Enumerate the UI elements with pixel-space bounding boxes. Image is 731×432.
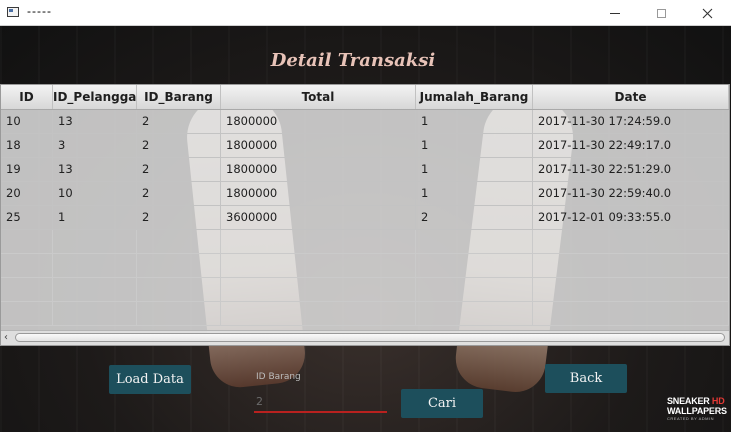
id-barang-underline xyxy=(254,411,387,413)
cell-date: 2017-12-01 09:33:55.0 xyxy=(533,206,729,230)
id-barang-label: ID Barang xyxy=(256,372,301,382)
close-icon xyxy=(702,8,712,18)
cell-id-barang: 2 xyxy=(137,182,221,206)
back-button[interactable]: Back xyxy=(545,364,627,393)
scrollbar-thumb[interactable] xyxy=(15,333,725,342)
column-header-jumalah-barang[interactable]: Jumalah_Barang xyxy=(416,85,533,109)
page-title: Detail Transaksi xyxy=(270,50,436,71)
cell-total: 1800000 xyxy=(221,182,416,206)
table-row[interactable]: 20 10 2 1800000 1 2017-11-30 22:59:40.0 xyxy=(1,182,729,206)
empty-table-row xyxy=(1,230,729,254)
cell-total: 1800000 xyxy=(221,158,416,182)
empty-table-row xyxy=(1,254,729,278)
maximize-icon xyxy=(656,8,666,18)
cell-jumalah-barang: 1 xyxy=(416,110,533,134)
window-titlebar: ----- xyxy=(0,0,731,26)
horizontal-scrollbar[interactable]: ‹ xyxy=(1,330,729,345)
minimize-icon xyxy=(610,12,620,14)
cell-jumalah-barang: 1 xyxy=(416,182,533,206)
app-window-icon xyxy=(7,7,19,17)
cari-button[interactable]: Cari xyxy=(401,389,483,418)
cell-date: 2017-11-30 22:59:40.0 xyxy=(533,182,729,206)
load-data-button[interactable]: Load Data xyxy=(109,365,191,394)
cell-date: 2017-11-30 22:51:29.0 xyxy=(533,158,729,182)
column-header-id[interactable]: ID xyxy=(1,85,53,109)
cell-id-barang: 2 xyxy=(137,206,221,230)
cell-id: 10 xyxy=(1,110,53,134)
table-header: ID ID_Pelanggan ID_Barang Total Jumalah_… xyxy=(1,85,729,110)
transaction-table[interactable]: ID ID_Pelanggan ID_Barang Total Jumalah_… xyxy=(0,84,730,346)
table-row[interactable]: 18 3 2 1800000 1 2017-11-30 22:49:17.0 xyxy=(1,134,729,158)
cell-total: 3600000 xyxy=(221,206,416,230)
cell-id-pelanggan: 10 xyxy=(53,182,137,206)
cell-id: 18 xyxy=(1,134,53,158)
minimize-button[interactable] xyxy=(592,0,638,26)
table-row[interactable]: 19 13 2 1800000 1 2017-11-30 22:51:29.0 xyxy=(1,158,729,182)
id-barang-input[interactable] xyxy=(256,392,386,410)
cell-id-barang: 2 xyxy=(137,158,221,182)
empty-table-row xyxy=(1,278,729,302)
table-body: 10 13 2 1800000 1 2017-11-30 17:24:59.0 … xyxy=(1,110,729,330)
column-header-total[interactable]: Total xyxy=(221,85,416,109)
close-button[interactable] xyxy=(684,0,730,26)
column-header-id-pelanggan[interactable]: ID_Pelanggan xyxy=(53,85,137,109)
empty-table-row xyxy=(1,302,729,326)
cell-id-pelanggan: 13 xyxy=(53,158,137,182)
scroll-left-icon[interactable]: ‹ xyxy=(4,332,14,344)
cell-total: 1800000 xyxy=(221,110,416,134)
window-title: ----- xyxy=(27,4,52,18)
cell-jumalah-barang: 1 xyxy=(416,158,533,182)
cell-id-pelanggan: 1 xyxy=(53,206,137,230)
column-header-date[interactable]: Date xyxy=(533,85,729,109)
cell-id-barang: 2 xyxy=(137,134,221,158)
maximize-button[interactable] xyxy=(638,0,684,26)
cell-id: 19 xyxy=(1,158,53,182)
cell-id-pelanggan: 13 xyxy=(53,110,137,134)
table-row[interactable]: 25 1 2 3600000 2 2017-12-01 09:33:55.0 xyxy=(1,206,729,230)
brand-logo: SNEAKER HD WALLPAPERS CREATED BY ADMIN xyxy=(667,396,727,421)
cell-jumalah-barang: 2 xyxy=(416,206,533,230)
cell-date: 2017-11-30 22:49:17.0 xyxy=(533,134,729,158)
table-row[interactable]: 10 13 2 1800000 1 2017-11-30 17:24:59.0 xyxy=(1,110,729,134)
cell-id-barang: 2 xyxy=(137,110,221,134)
cell-date: 2017-11-30 17:24:59.0 xyxy=(533,110,729,134)
cell-id: 25 xyxy=(1,206,53,230)
cell-id-pelanggan: 3 xyxy=(53,134,137,158)
cell-jumalah-barang: 1 xyxy=(416,134,533,158)
column-header-id-barang[interactable]: ID_Barang xyxy=(137,85,221,109)
cell-total: 1800000 xyxy=(221,134,416,158)
cell-id: 20 xyxy=(1,182,53,206)
